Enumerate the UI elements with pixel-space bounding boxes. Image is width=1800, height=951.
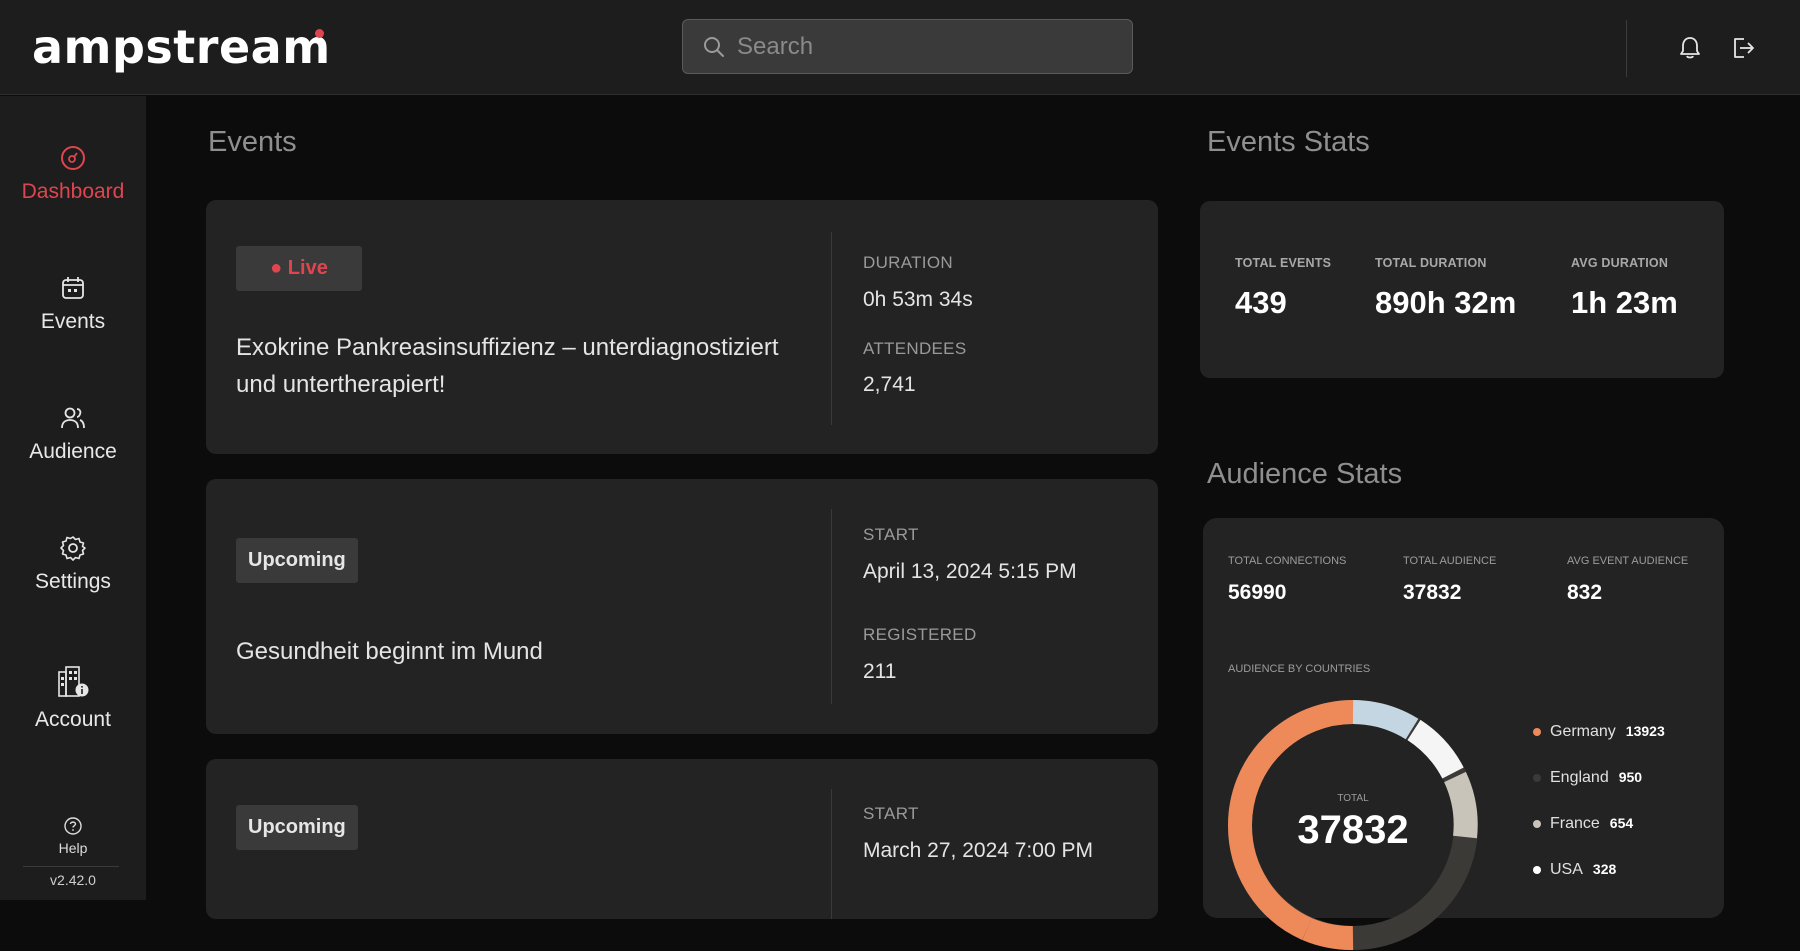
- duration-value: 0h 53m 34s: [863, 288, 973, 311]
- avg-event-audience-label: AVG EVENT AUDIENCE: [1567, 555, 1689, 567]
- total-duration-label: TOTAL DURATION: [1375, 256, 1487, 270]
- sidebar-item-settings[interactable]: Settings: [0, 534, 146, 624]
- sidebar-item-label: Dashboard: [21, 180, 125, 203]
- legend-item-usa: USA 328: [1533, 861, 1616, 883]
- sidebar-item-label: Events: [40, 310, 106, 333]
- version-label: v2.42.0: [50, 872, 96, 888]
- total-events-label: TOTAL EVENTS: [1235, 256, 1332, 270]
- avg-duration-label: AVG DURATION: [1571, 256, 1669, 270]
- top-divider: [1626, 20, 1627, 77]
- sidebar: Dashboard Events Audience Settings Accou…: [0, 96, 146, 900]
- calendar-icon: [62, 277, 84, 299]
- legend-dot: [1533, 727, 1541, 736]
- version-divider: [23, 866, 119, 867]
- status-badge-upcoming: Upcoming: [236, 538, 358, 583]
- donut-segment-white: [1407, 719, 1464, 779]
- logo-dot: [315, 29, 324, 38]
- bell-icon[interactable]: [1676, 34, 1704, 62]
- donut-total-label: TOTAL: [1337, 793, 1369, 804]
- total-events-value: 439: [1235, 285, 1287, 320]
- registered-value: 211: [863, 660, 897, 683]
- sidebar-item-label: Settings: [35, 570, 111, 593]
- attendees-value: 2,741: [863, 373, 916, 396]
- avg-duration-value: 1h 23m: [1571, 285, 1678, 320]
- event-card[interactable]: Upcoming Gesundheit beginnt im Mund STAR…: [206, 479, 1158, 734]
- sidebar-item-events[interactable]: Events: [0, 274, 146, 364]
- legend-value: 950: [1618, 769, 1643, 785]
- start-value: April 13, 2024 5:15 PM: [863, 560, 1077, 583]
- donut-total-value: 37832: [1297, 808, 1408, 852]
- legend-country: USA: [1550, 861, 1583, 878]
- total-audience-label: TOTAL AUDIENCE: [1403, 555, 1497, 567]
- legend-item-england: England 950: [1533, 769, 1642, 791]
- avg-event-audience-value: 832: [1567, 581, 1603, 604]
- help-link[interactable]: Help: [0, 816, 146, 856]
- sidebar-item-dashboard[interactable]: Dashboard: [0, 144, 146, 234]
- registered-label: REGISTERED: [863, 625, 977, 644]
- donut-segment-blue: [1352, 700, 1419, 740]
- attendees-label: ATTENDEES: [863, 339, 967, 358]
- users-icon: [61, 407, 85, 429]
- audience-stats-title: Audience Stats: [1207, 458, 1403, 490]
- start-label: START: [863, 804, 919, 823]
- legend-item-france: France 654: [1533, 815, 1633, 837]
- top-bar: ampstream: [0, 0, 1800, 95]
- duration-label: DURATION: [863, 253, 953, 272]
- live-dot: ●: [270, 257, 288, 279]
- total-connections-value: 56990: [1228, 581, 1287, 604]
- card-divider: [831, 232, 832, 425]
- sidebar-item-label: Account: [35, 708, 111, 731]
- search-icon: [704, 37, 724, 57]
- total-audience-value: 37832: [1403, 581, 1462, 604]
- logo[interactable]: ampstream: [32, 20, 331, 74]
- help-icon: [64, 817, 82, 835]
- legend-value: 13923: [1625, 723, 1665, 739]
- search-input[interactable]: [737, 20, 1117, 73]
- audience-by-countries-label: AUDIENCE BY COUNTRIES: [1228, 663, 1371, 675]
- legend-dot: [1533, 865, 1541, 874]
- gear-icon: [60, 536, 86, 561]
- legend-value: 328: [1592, 861, 1617, 877]
- start-label: START: [863, 525, 919, 544]
- events-section-title: Events: [208, 126, 297, 158]
- legend-dot: [1533, 819, 1541, 828]
- events-stats-card: TOTAL EVENTS 439 TOTAL DURATION 890h 32m…: [1200, 201, 1724, 378]
- total-duration-value: 890h 32m: [1375, 285, 1517, 320]
- event-title: Gesundheit beginnt im Mund: [236, 638, 543, 665]
- sidebar-item-label: Audience: [29, 440, 117, 463]
- total-connections-label: TOTAL CONNECTIONS: [1228, 555, 1347, 567]
- status-badge-upcoming: Upcoming: [236, 805, 358, 850]
- logout-icon[interactable]: [1729, 34, 1757, 62]
- search-box[interactable]: [682, 19, 1133, 74]
- legend-item-germany: Germany 13923: [1533, 723, 1665, 745]
- status-label: Live: [287, 257, 328, 279]
- event-card[interactable]: ● Live Exokrine Pankreasinsuffizienz – u…: [206, 200, 1158, 454]
- audience-donut-chart: TOTAL 37832: [1227, 700, 1478, 950]
- event-card[interactable]: Upcoming START March 27, 2024 7:00 PM: [206, 759, 1158, 919]
- sidebar-item-audience[interactable]: Audience: [0, 404, 146, 494]
- account-icon: [58, 666, 89, 697]
- sidebar-item-account[interactable]: Account: [0, 664, 146, 754]
- start-value: March 27, 2024 7:00 PM: [863, 839, 1093, 862]
- dashboard-icon: [61, 146, 85, 170]
- events-stats-title: Events Stats: [1207, 126, 1370, 158]
- audience-stats-card: TOTAL CONNECTIONS 56990 TOTAL AUDIENCE 3…: [1203, 518, 1724, 950]
- card-divider: [831, 509, 832, 704]
- legend-value: 654: [1609, 815, 1634, 831]
- donut-segment-germany-tail: [1302, 917, 1354, 950]
- help-label: Help: [58, 840, 88, 856]
- legend-country: France: [1550, 815, 1600, 832]
- legend-dot: [1533, 773, 1541, 782]
- event-title: Exokrine Pankreasinsuffizienz – unterdia…: [236, 334, 779, 398]
- legend-country: England: [1550, 769, 1609, 786]
- donut-segment-beige: [1443, 771, 1478, 839]
- legend-country: Germany: [1550, 723, 1616, 740]
- status-badge-live: ● Live: [236, 246, 362, 291]
